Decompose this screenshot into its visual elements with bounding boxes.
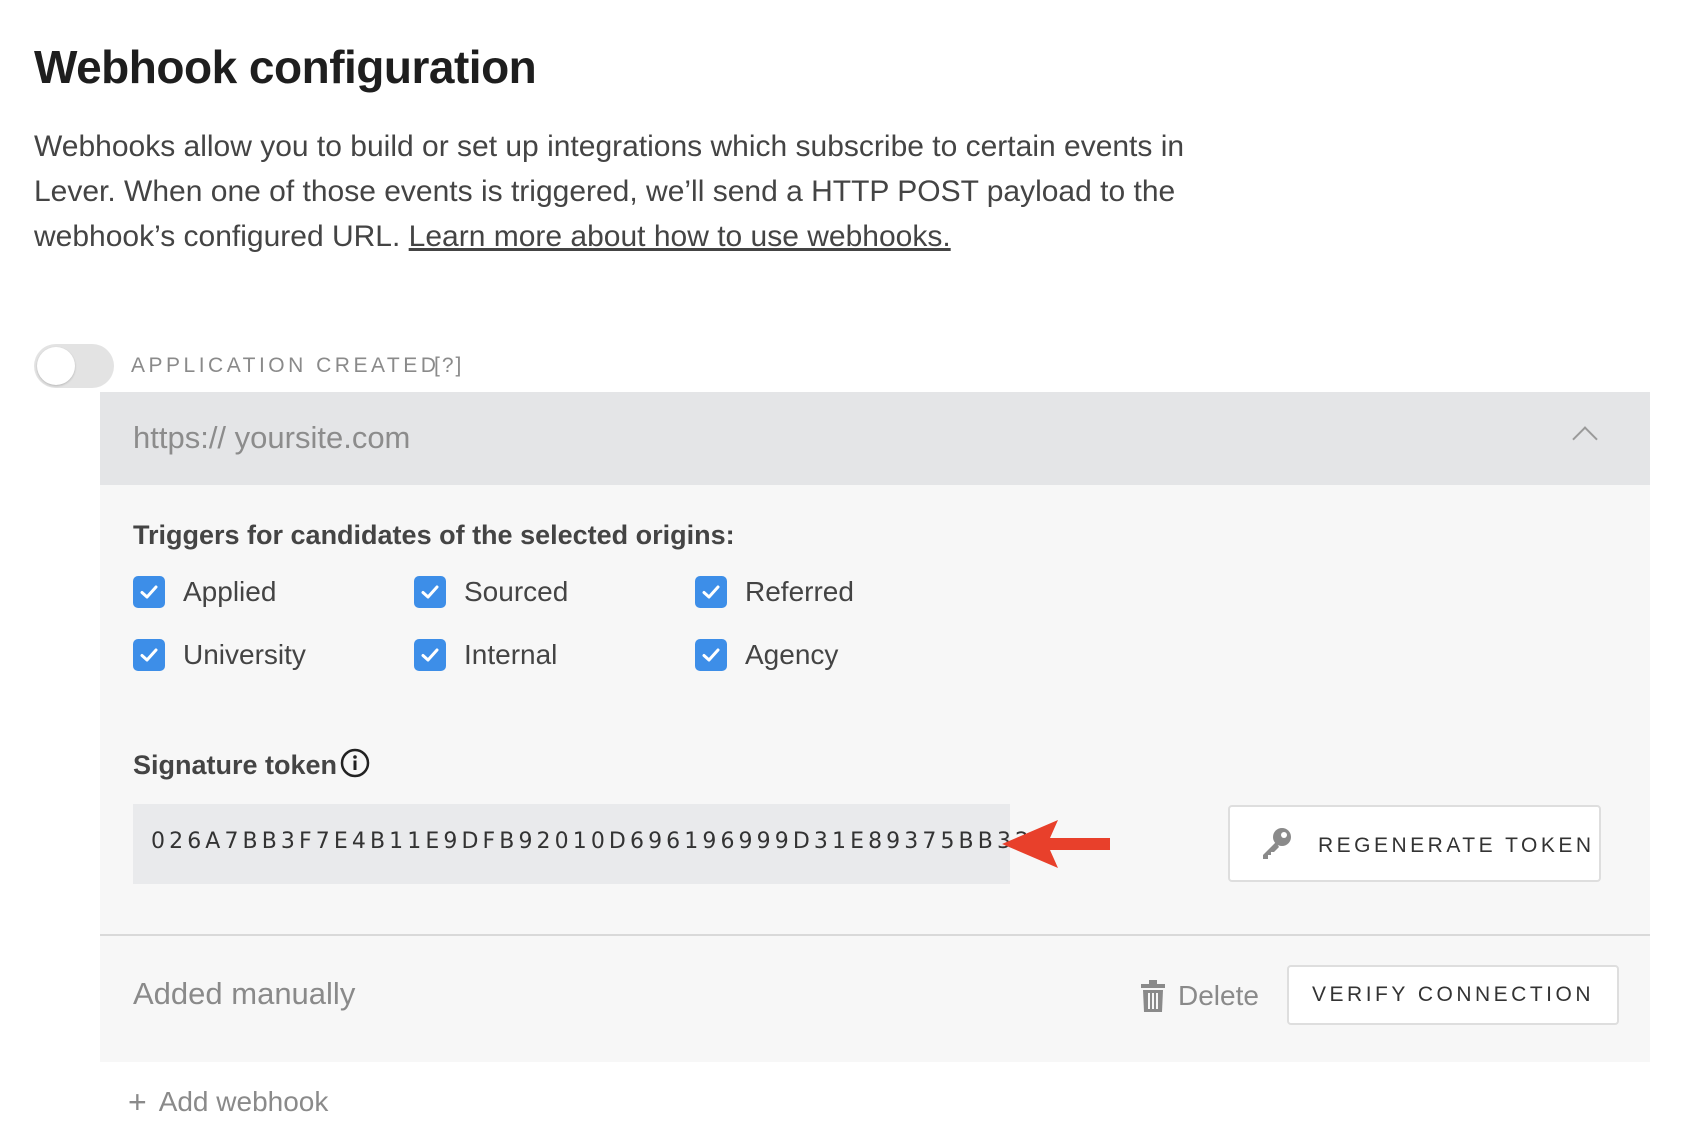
checkmark-icon[interactable] — [414, 639, 446, 671]
origin-label: Agency — [745, 639, 839, 670]
trash-icon — [1141, 980, 1165, 1012]
event-toggle[interactable] — [34, 344, 114, 388]
plus-icon: + — [128, 1084, 147, 1120]
toggle-knob — [37, 347, 75, 385]
signature-token-field[interactable]: 026A7BB3F7E4B11E9DFB92010D696196999D31E8… — [133, 804, 1029, 884]
add-webhook-button[interactable]: + Add webhook — [128, 1086, 328, 1118]
url-bar[interactable]: https:// yoursite.com — [100, 392, 1650, 485]
origin-checkbox-internal[interactable]: Internal — [414, 639, 557, 671]
checkmark-icon[interactable] — [695, 576, 727, 608]
page-description: Webhooks allow you to build or set up in… — [34, 124, 1234, 259]
arrow-left-icon — [1002, 820, 1110, 868]
key-icon — [1263, 828, 1291, 859]
checkmark-icon[interactable] — [133, 639, 165, 671]
origin-label: Internal — [464, 639, 558, 670]
regenerate-token-label: REGENERATE TOKEN — [1318, 834, 1595, 857]
learn-more-link[interactable]: Learn more about how to use webhooks. — [409, 220, 951, 253]
add-webhook-label: Add webhook — [158, 1086, 329, 1117]
divider — [100, 934, 1650, 936]
event-label: APPLICATION CREATED — [131, 354, 440, 377]
webhook-card: https:// yoursite.com Triggers for candi… — [100, 392, 1650, 1062]
origin-checkbox-university[interactable]: University — [133, 639, 306, 671]
added-manually-label: Added manually — [133, 976, 356, 1011]
checkmark-icon[interactable] — [414, 576, 446, 608]
triggers-heading: Triggers for candidates of the selected … — [133, 520, 735, 550]
delete-button[interactable]: Delete — [1140, 979, 1259, 1013]
origin-checkbox-sourced[interactable]: Sourced — [414, 576, 568, 608]
origin-checkbox-applied[interactable]: Applied — [133, 576, 276, 608]
url-input[interactable]: https:// yoursite.com — [133, 420, 410, 456]
origin-label: Referred — [745, 576, 854, 607]
checkmark-icon[interactable] — [133, 576, 165, 608]
delete-label: Delete — [1178, 980, 1259, 1011]
event-help-link[interactable]: [?] — [434, 354, 463, 378]
regenerate-token-button[interactable]: REGENERATE TOKEN — [1228, 805, 1601, 882]
page-title: Webhook configuration — [34, 41, 537, 93]
info-icon[interactable] — [340, 748, 370, 778]
origin-checkbox-referred[interactable]: Referred — [695, 576, 854, 608]
chevron-up-icon[interactable] — [1572, 426, 1598, 452]
checkmark-icon[interactable] — [695, 639, 727, 671]
origin-checkbox-agency[interactable]: Agency — [695, 639, 838, 671]
signature-token-value: 026A7BB3F7E4B11E9DFB92010D696196999D31E8… — [151, 829, 1034, 854]
verify-connection-button[interactable]: VERIFY CONNECTION — [1287, 965, 1619, 1025]
origin-label: Sourced — [464, 576, 569, 607]
origin-label: University — [183, 639, 306, 670]
origin-label: Applied — [183, 576, 277, 607]
signature-heading: Signature token — [133, 750, 338, 780]
